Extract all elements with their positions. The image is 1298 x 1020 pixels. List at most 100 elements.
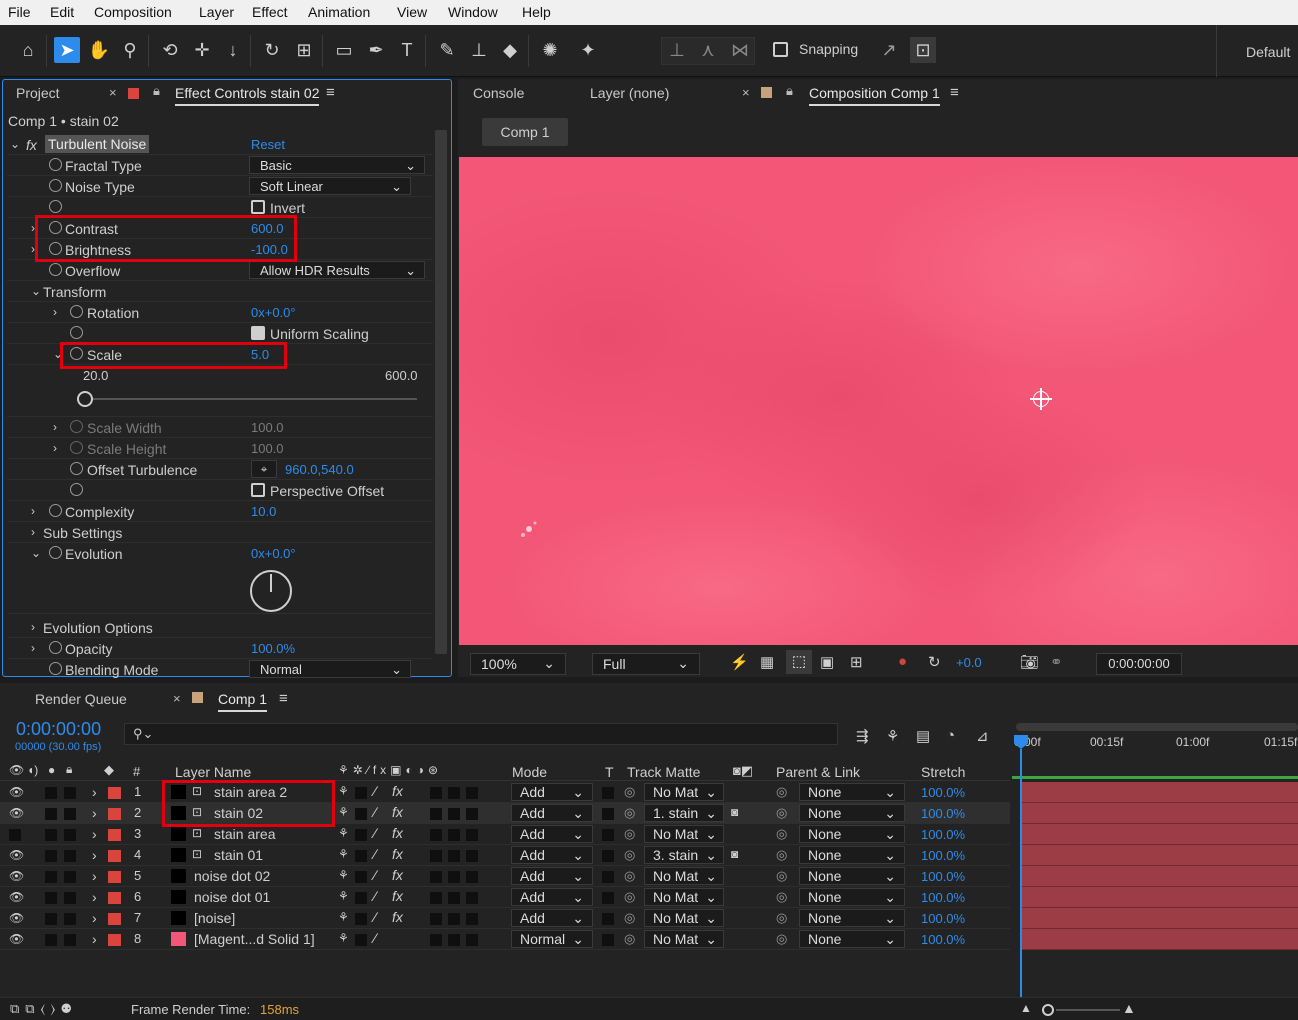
- composition-viewer[interactable]: [459, 157, 1298, 645]
- eye-icon[interactable]: 👁︎: [9, 869, 24, 883]
- 3d-switch[interactable]: [466, 850, 478, 862]
- dolly-camera-icon[interactable]: ↓: [220, 37, 246, 63]
- motion-blur-switch[interactable]: [430, 934, 442, 946]
- collapse-switch[interactable]: [355, 850, 367, 862]
- collapse-switch[interactable]: [355, 808, 367, 820]
- chevron-right-icon[interactable]: ›: [31, 620, 35, 634]
- collapse-switch[interactable]: [355, 871, 367, 883]
- mode-dropdown[interactable]: Add ⌄: [511, 804, 593, 822]
- lock-toggle[interactable]: [64, 787, 76, 799]
- chevron-right-icon[interactable]: ›: [92, 805, 97, 821]
- eye-icon[interactable]: 👁︎: [9, 763, 24, 777]
- quality-switch-icon[interactable]: ∕: [374, 909, 376, 925]
- quality-switch-icon[interactable]: ∕: [374, 825, 376, 841]
- chevron-right-icon[interactable]: ›: [92, 868, 97, 884]
- overflow-dropdown[interactable]: Allow HDR Results ⌄: [249, 261, 425, 279]
- stopwatch-icon[interactable]: [49, 200, 62, 213]
- solo-toggle[interactable]: [45, 913, 57, 925]
- reset-exposure-icon[interactable]: ↻: [928, 653, 941, 671]
- adjustment-switch[interactable]: [448, 850, 460, 862]
- quality-switch-icon[interactable]: ∕: [374, 888, 376, 904]
- menu-view[interactable]: View: [397, 4, 427, 20]
- label-color[interactable]: [108, 808, 121, 820]
- lock-toggle[interactable]: [64, 850, 76, 862]
- zoom-slider-thumb[interactable]: [1042, 1004, 1054, 1016]
- lock-toggle[interactable]: [64, 829, 76, 841]
- lock-toggle[interactable]: [64, 934, 76, 946]
- invert-checkbox[interactable]: [251, 200, 265, 214]
- layer-name[interactable]: stain 01: [214, 847, 263, 863]
- preserve-transparency[interactable]: [602, 850, 614, 862]
- transparency-grid-icon[interactable]: ▦: [760, 653, 774, 671]
- fx-icon[interactable]: fx: [392, 825, 403, 841]
- chevron-right-icon[interactable]: ›: [92, 910, 97, 926]
- noise-type-dropdown[interactable]: Soft Linear ⌄: [249, 177, 411, 195]
- eye-icon[interactable]: 👁︎: [9, 932, 24, 946]
- snap-edges-icon[interactable]: ↗: [876, 37, 902, 63]
- solo-toggle[interactable]: [45, 871, 57, 883]
- 3d-switch[interactable]: [466, 829, 478, 841]
- view-axis-icon[interactable]: ⋈: [727, 37, 753, 63]
- lock-toggle[interactable]: [64, 871, 76, 883]
- track-matte-dropdown[interactable]: No Mat ⌄: [644, 783, 724, 801]
- snapshot-camera-icon[interactable]: 📷︎: [1020, 653, 1039, 671]
- zoom-out-icon[interactable]: ▲: [1020, 1001, 1032, 1015]
- panel-menu-icon[interactable]: ≡: [950, 84, 959, 101]
- shy-switch-icon[interactable]: ⚘: [338, 805, 349, 819]
- label-color[interactable]: [108, 850, 121, 862]
- stopwatch-icon[interactable]: [70, 326, 83, 339]
- stopwatch-icon[interactable]: [70, 305, 83, 318]
- label-color[interactable]: [108, 934, 121, 946]
- graph-editor-icon[interactable]: ⊿: [976, 727, 989, 745]
- stopwatch-icon[interactable]: [49, 263, 62, 276]
- motion-blur-switch[interactable]: [430, 808, 442, 820]
- layer-duration-bar[interactable]: [1022, 887, 1298, 908]
- col-number[interactable]: #: [133, 764, 140, 779]
- tab-layer[interactable]: Layer (none): [590, 85, 669, 101]
- stopwatch-icon[interactable]: [70, 462, 83, 475]
- footer-toggle-icons[interactable]: ⧉⧉⟨⟩⚉: [10, 1001, 77, 1017]
- layer-duration-bar[interactable]: [1022, 845, 1298, 866]
- pen-tool-icon[interactable]: ✒: [363, 37, 389, 63]
- col-stretch[interactable]: Stretch: [921, 764, 965, 780]
- chevron-right-icon[interactable]: ›: [92, 826, 97, 842]
- motion-blur-switch[interactable]: [430, 871, 442, 883]
- menu-composition[interactable]: Composition: [94, 4, 172, 20]
- 3d-switch[interactable]: [466, 787, 478, 799]
- col-layer-name[interactable]: Layer Name: [175, 764, 251, 780]
- 3d-switch[interactable]: [466, 892, 478, 904]
- shy-switch-icon[interactable]: ⚘: [338, 847, 349, 861]
- resolution-dropdown[interactable]: Full ⌄: [592, 653, 700, 675]
- show-snapshot-icon[interactable]: ⚭: [1050, 653, 1063, 671]
- fx-icon[interactable]: fx: [392, 888, 403, 904]
- eye-icon[interactable]: 👁︎: [9, 911, 24, 925]
- parent-dropdown[interactable]: None ⌄: [799, 825, 905, 843]
- menu-animation[interactable]: Animation: [308, 4, 370, 20]
- orbit-camera-icon[interactable]: ⟲: [157, 37, 183, 63]
- label-sub-settings[interactable]: Sub Settings: [43, 525, 122, 541]
- shy-switch-icon[interactable]: ⚘: [338, 826, 349, 840]
- chevron-right-icon[interactable]: ›: [53, 305, 57, 319]
- parent-dropdown[interactable]: None ⌄: [799, 846, 905, 864]
- chevron-down-icon[interactable]: ⌄: [31, 284, 41, 298]
- preserve-transparency[interactable]: [602, 934, 614, 946]
- uniform-scaling-checkbox[interactable]: [251, 326, 265, 340]
- opacity-value[interactable]: 100.0%: [251, 641, 295, 656]
- collapse-switch[interactable]: [355, 892, 367, 904]
- layer-name[interactable]: [Magent...d Solid 1]: [194, 931, 315, 947]
- menu-effect[interactable]: Effect: [252, 4, 288, 20]
- adjustment-switch[interactable]: [448, 871, 460, 883]
- menu-window[interactable]: Window: [448, 4, 498, 20]
- layer-duration-bar[interactable]: [1022, 803, 1298, 824]
- fast-preview-icon[interactable]: ⚡: [730, 653, 749, 671]
- mode-dropdown[interactable]: Add ⌄: [511, 909, 593, 927]
- collapse-switch[interactable]: [355, 913, 367, 925]
- parent-dropdown[interactable]: None ⌄: [799, 930, 905, 948]
- pickwhip-icon[interactable]: ◎: [776, 889, 787, 905]
- tab-composition[interactable]: Composition Comp 1: [809, 85, 940, 106]
- layer-name[interactable]: stain area: [214, 826, 275, 842]
- adjustment-switch[interactable]: [448, 892, 460, 904]
- selection-tool-icon[interactable]: ➤: [54, 37, 80, 63]
- mode-dropdown[interactable]: Add ⌄: [511, 846, 593, 864]
- panel-menu-icon[interactable]: ≡: [279, 690, 288, 707]
